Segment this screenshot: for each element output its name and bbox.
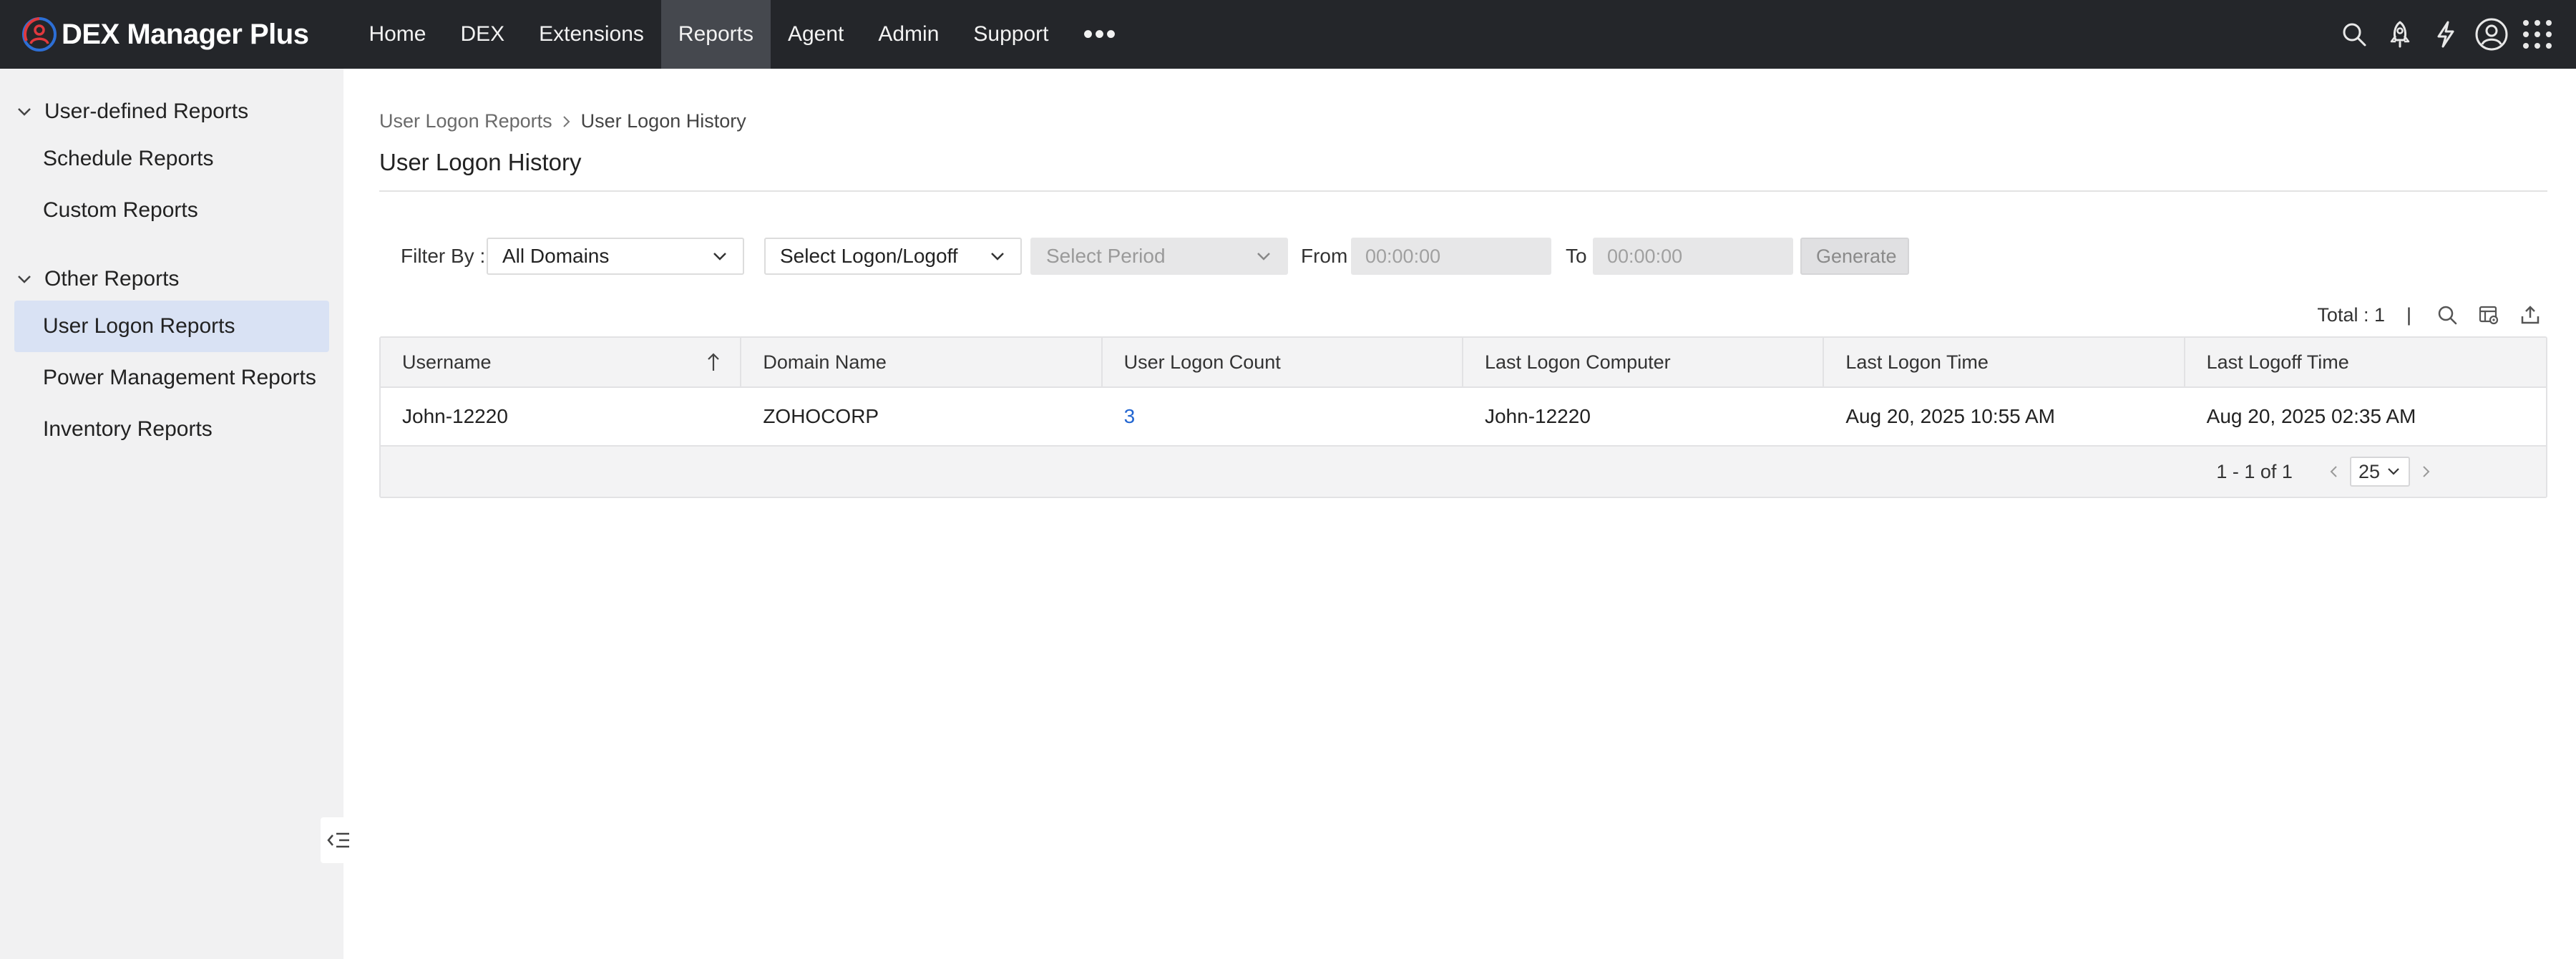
cell-domain-name: ZOHOCORP [763,405,879,427]
column-settings-icon[interactable] [2472,299,2506,331]
chevron-down-icon [713,253,726,261]
chevron-down-icon [1257,253,1270,261]
filter-by-label: Filter By : [401,245,486,267]
sidebar-item-schedule-reports[interactable]: Schedule Reports [14,133,329,185]
generate-button[interactable]: Generate [1800,238,1909,275]
title-divider [379,190,2547,192]
top-right-icons [2331,0,2560,69]
main-nav: Home DEX Extensions Reports Agent Admin … [351,0,1134,69]
chevron-down-icon [18,276,31,283]
sidebar-item-inventory-reports[interactable]: Inventory Reports [14,404,329,455]
chevron-right-icon [561,114,572,130]
sidebar-item-custom-reports[interactable]: Custom Reports [14,185,329,236]
logon-logoff-select-value: Select Logon/Logoff [780,245,958,267]
user-profile-icon[interactable] [2469,0,2514,69]
column-header-last-logon-time[interactable]: Last Logon Time [1824,338,2185,386]
sidebar-group-label: User-defined Reports [44,99,249,123]
breadcrumb: User Logon Reports User Logon History [379,110,746,132]
sort-ascending-icon[interactable] [706,351,721,373]
page-title: User Logon History [379,149,582,175]
from-time-input[interactable] [1351,238,1551,275]
app-name: DEX Manager Plus [62,18,309,50]
brand[interactable]: DEX Manager Plus [20,0,309,69]
sidebar-group-other-reports[interactable]: Other Reports [0,258,343,301]
from-label: From [1301,245,1348,267]
reports-sidebar: User-defined Reports Schedule Reports Cu… [0,69,343,959]
sidebar-group-user-defined-reports[interactable]: User-defined Reports [0,90,343,133]
chevron-down-icon [18,108,31,116]
breadcrumb-current: User Logon History [580,110,746,132]
period-select-placeholder: Select Period [1046,245,1166,267]
nav-admin[interactable]: Admin [861,0,956,69]
cell-username: John-12220 [402,405,508,427]
nav-reports[interactable]: Reports [660,0,771,69]
column-header-user-logon-count[interactable]: User Logon Count [1103,338,1463,386]
cell-last-logoff-time: Aug 20, 2025 02:35 AM [2206,405,2416,427]
page-size-value: 25 [2358,460,2380,482]
dex-logo-icon [22,17,57,52]
column-header-last-logon-computer[interactable]: Last Logon Computer [1463,338,1825,386]
app-grid-icon[interactable] [2514,0,2560,69]
chevron-down-icon [991,253,1004,261]
export-icon[interactable] [2513,299,2547,331]
next-page-icon[interactable] [2413,457,2439,486]
previous-page-icon[interactable] [2321,457,2347,486]
table-footer: 1 - 1 of 1 25 [381,447,2546,497]
nav-support[interactable]: Support [956,0,1065,69]
page-size-select[interactable]: 25 [2349,457,2410,487]
to-time-input[interactable] [1593,238,1793,275]
chevron-down-icon [2388,468,2399,475]
nav-dex[interactable]: DEX [443,0,522,69]
collapse-sidebar-icon[interactable] [321,817,356,863]
table-row: John-12220 ZOHOCORP 3 John-12220 Aug 20,… [381,388,2546,447]
column-header-username[interactable]: Username [381,338,742,386]
search-icon[interactable] [2331,0,2377,69]
pagination: 1 - 1 of 1 25 [2216,447,2439,497]
period-select[interactable]: Select Period [1030,238,1288,275]
filter-bar: Filter By : All Domains Select Logon/Log… [379,238,2547,275]
nav-extensions[interactable]: Extensions [522,0,661,69]
lightning-icon[interactable] [2423,0,2469,69]
sidebar-item-power-management-reports[interactable]: Power Management Reports [14,352,329,404]
column-header-last-logoff-time[interactable]: Last Logoff Time [2185,338,2546,386]
domain-select-value: All Domains [502,245,610,267]
pagination-range: 1 - 1 of 1 [2216,460,2293,482]
table-toolbar: Total : 1 | [2317,299,2547,331]
logon-logoff-select[interactable]: Select Logon/Logoff [764,238,1022,275]
cell-last-logon-time: Aug 20, 2025 10:55 AM [1845,405,2055,427]
total-count: Total : 1 [2317,303,2385,326]
table-search-icon[interactable] [2430,299,2464,331]
logon-history-table: Username Domain Name User Logon Count La… [379,336,2547,498]
to-label: To [1566,245,1587,267]
domain-select[interactable]: All Domains [487,238,744,275]
rocket-icon[interactable] [2377,0,2423,69]
cell-logon-count-link[interactable]: 3 [1103,388,1463,445]
cell-last-logon-computer: John-12220 [1484,405,1591,427]
top-navigation-bar: DEX Manager Plus Home DEX Extensions Rep… [0,0,2576,69]
nav-more-icon[interactable]: ••• [1065,0,1134,69]
sidebar-item-user-logon-reports[interactable]: User Logon Reports [14,301,329,352]
column-header-domain-name[interactable]: Domain Name [741,338,1103,386]
table-header: Username Domain Name User Logon Count La… [381,338,2546,388]
toolbar-divider: | [2406,303,2411,326]
nav-agent[interactable]: Agent [771,0,861,69]
breadcrumb-parent[interactable]: User Logon Reports [379,110,552,132]
nav-home[interactable]: Home [351,0,443,69]
sidebar-group-label: Other Reports [44,267,180,291]
